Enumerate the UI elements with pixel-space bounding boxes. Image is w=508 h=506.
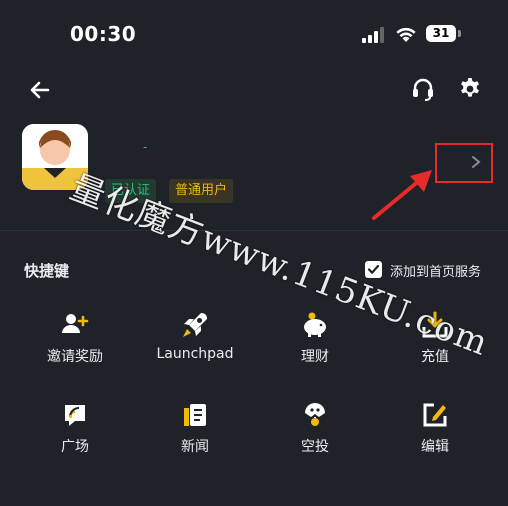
wifi-icon — [396, 27, 416, 42]
shortcut-label: 编辑 — [421, 439, 449, 455]
shortcut-news[interactable]: 新闻 — [135, 401, 255, 471]
shortcut-invite-rewards[interactable]: 邀请奖励 — [15, 311, 135, 381]
airdrop-icon — [305, 403, 325, 426]
shortcut-finance[interactable]: 理财 — [255, 311, 375, 381]
battery-level: 31 — [432, 26, 450, 40]
piggy-bank-icon — [304, 312, 326, 337]
back-arrow-icon[interactable] — [28, 78, 52, 102]
shortcut-label: 理财 — [301, 349, 329, 365]
shortcut-label: 新闻 — [181, 439, 209, 455]
headset-icon[interactable] — [410, 76, 436, 102]
edit-icon — [423, 403, 447, 427]
shortcut-edit[interactable]: 编辑 — [375, 401, 495, 471]
shortcut-label: 广场 — [61, 439, 89, 455]
status-time: 00:30 — [70, 22, 137, 46]
shortcuts-title: 快捷键 — [24, 262, 70, 280]
shortcut-label: 空投 — [301, 439, 329, 455]
add-user-icon — [62, 314, 89, 333]
status-bar: 00:30 31 — [0, 0, 508, 66]
username-placeholder: - — [143, 140, 148, 154]
shortcut-launchpad[interactable]: Launchpad — [135, 311, 255, 381]
annotation-arrow — [372, 170, 432, 220]
shortcut-label: Launchpad — [156, 346, 234, 362]
rocket-icon — [183, 313, 207, 337]
gear-icon[interactable] — [458, 77, 482, 101]
shortcut-square[interactable]: 广场 — [15, 401, 135, 471]
shortcut-label: 邀请奖励 — [47, 349, 103, 365]
battery-indicator: 31 — [426, 25, 462, 43]
square-feed-icon — [65, 405, 85, 426]
cellular-signal-icon — [362, 27, 384, 43]
shortcut-airdrop[interactable]: 空投 — [255, 401, 375, 471]
news-icon — [184, 404, 206, 426]
add-to-home-label[interactable]: 添加到首页服务 — [390, 261, 481, 280]
